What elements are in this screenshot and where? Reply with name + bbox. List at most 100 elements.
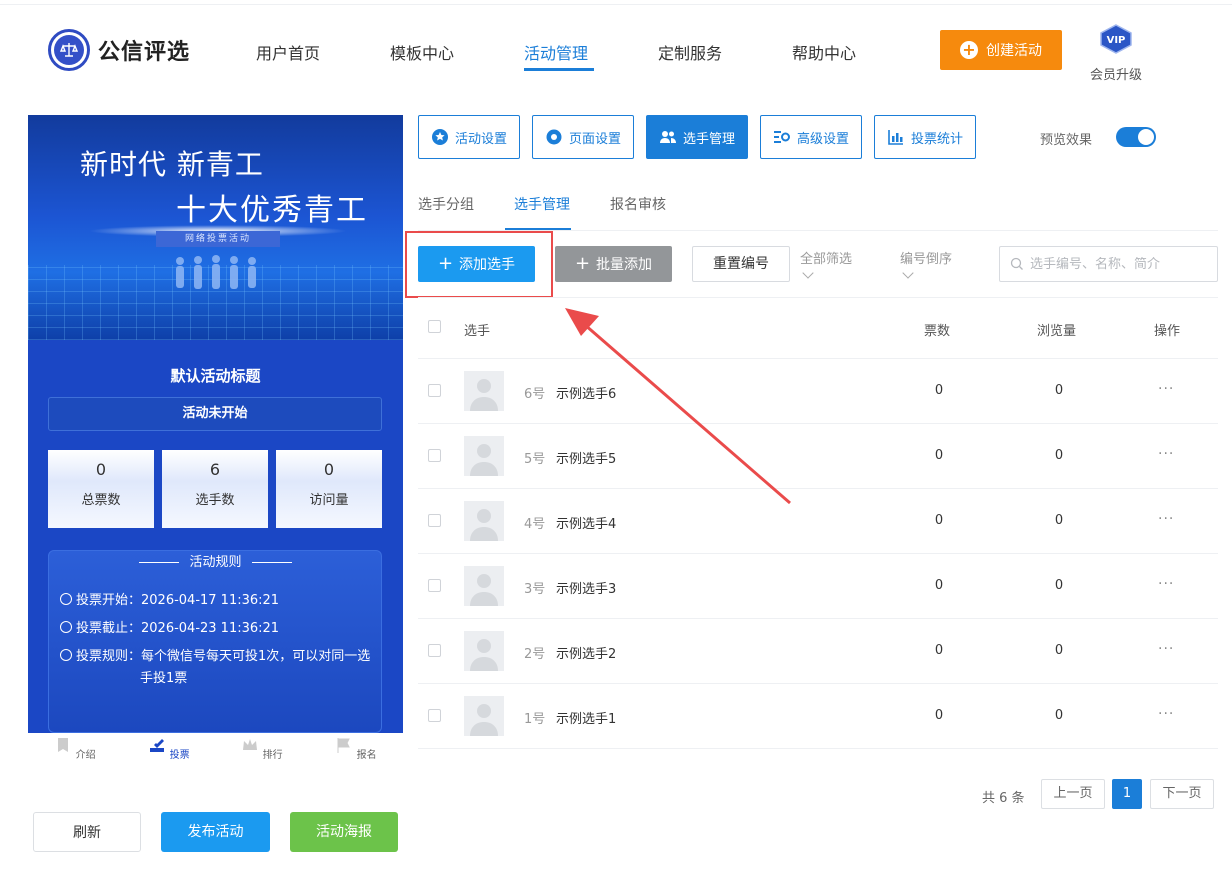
header-actions: 操作 (1154, 324, 1181, 339)
banner-title-line2: 十大优秀青工 (176, 193, 368, 228)
header-votes: 票数 (924, 324, 951, 339)
more-actions-icon[interactable]: ··· (1158, 511, 1174, 527)
more-actions-icon[interactable]: ··· (1158, 446, 1174, 462)
table-row: 2号 示例选手2 0 0 ··· (418, 619, 1218, 684)
banner-title-line1: 新时代 新青工 (80, 148, 264, 181)
row-checkbox[interactable] (428, 514, 441, 527)
rule-vote-rule-cont: 手投1票 (140, 671, 188, 686)
nav-active-indicator (524, 68, 594, 71)
next-page-button[interactable]: 下一页 (1150, 779, 1214, 809)
rules-heading: 活动规则 (28, 551, 403, 570)
plus-icon: + (574, 253, 591, 274)
highlight-annotation-box (405, 231, 553, 298)
tab-rank[interactable]: 排行 (217, 736, 307, 761)
subtab-groups[interactable]: 选手分组 (418, 194, 474, 214)
plus-circle-icon: + (960, 41, 978, 59)
avatar (464, 371, 504, 411)
nav-custom-service[interactable]: 定制服务 (658, 40, 722, 64)
avatar (464, 436, 504, 476)
tool-page-settings[interactable]: 页面设置 (532, 115, 634, 159)
rule-vote-start: 投票开始：2026-04-17 11:36:21 (60, 590, 380, 612)
more-actions-icon[interactable]: ··· (1158, 641, 1174, 657)
vip-upgrade-label: 会员升级 (1089, 68, 1142, 83)
stat-contestants: 6 选手数 (162, 450, 268, 528)
more-actions-icon[interactable]: ··· (1158, 576, 1174, 592)
annotation-arrow-icon (565, 308, 791, 505)
table-row: 3号 示例选手3 0 0 ··· (418, 554, 1218, 619)
order-dropdown[interactable]: 编号倒序 (900, 248, 952, 279)
subtab-active-indicator (505, 228, 571, 230)
bar-chart-icon (888, 130, 903, 145)
subtab-contestants[interactable]: 选手管理 (514, 194, 570, 214)
tab-intro[interactable]: 介绍 (30, 736, 120, 761)
activity-title: 默认活动标题 (170, 367, 261, 385)
row-checkbox[interactable] (428, 644, 441, 657)
tool-advanced-settings[interactable]: 高级设置 (760, 115, 862, 159)
subtab-signup-review[interactable]: 报名审核 (610, 194, 666, 214)
row-checkbox[interactable] (428, 449, 441, 462)
vip-upgrade[interactable]: VIP 会员升级 (1088, 24, 1144, 83)
nav-activity-management[interactable]: 活动管理 (524, 40, 588, 64)
crown-icon (243, 739, 258, 750)
chevron-down-icon (802, 267, 814, 279)
banner-subtitle: 网络投票活动 (156, 231, 280, 247)
table-row: 5号 示例选手5 0 0 ··· (418, 424, 1218, 489)
prev-page-button[interactable]: 上一页 (1041, 779, 1105, 809)
batch-add-button[interactable]: + 批量添加 (555, 246, 672, 282)
select-all-checkbox[interactable] (428, 320, 441, 333)
vote-icon (150, 739, 165, 752)
reset-numbering-button[interactable]: 重置编号 (692, 246, 790, 282)
search-box (999, 246, 1218, 282)
stat-visits: 0 访问量 (276, 450, 382, 528)
brand-name: 公信评选 (98, 40, 191, 65)
row-checkbox[interactable] (428, 579, 441, 592)
nav-home[interactable]: 用户首页 (256, 40, 320, 64)
activity-poster-button[interactable]: 活动海报 (290, 812, 398, 852)
header-views: 浏览量 (1037, 324, 1077, 339)
clock-icon (60, 621, 72, 633)
chevron-down-icon (902, 267, 914, 279)
search-icon (1010, 257, 1023, 270)
tab-vote[interactable]: 投票 (124, 736, 214, 761)
tool-activity-settings[interactable]: 活动设置 (418, 115, 520, 159)
settings-sliders-icon (773, 131, 790, 143)
preview-label: 预览效果 (1040, 133, 1093, 148)
brand-logo[interactable]: 公信评选 (48, 29, 191, 71)
refresh-button[interactable]: 刷新 (33, 812, 141, 852)
nav-templates[interactable]: 模板中心 (390, 40, 454, 64)
tool-vote-statistics[interactable]: 投票统计 (874, 115, 976, 159)
nav-help-center[interactable]: 帮助中心 (792, 40, 856, 64)
header-contestant: 选手 (464, 324, 491, 339)
tool-contestant-management[interactable]: 选手管理 (646, 115, 748, 159)
activity-status: 活动未开始 (48, 397, 382, 431)
gear-icon (546, 129, 562, 145)
row-checkbox[interactable] (428, 384, 441, 397)
more-actions-icon[interactable]: ··· (1158, 381, 1174, 397)
rule-vote-rule: 投票规则：每个微信号每天可投1次，可以对同一选 (60, 646, 380, 668)
bookmark-icon (58, 738, 69, 752)
info-icon (60, 649, 72, 661)
create-activity-button[interactable]: + 创建活动 (940, 30, 1062, 70)
search-input[interactable] (1030, 256, 1210, 272)
avatar (464, 501, 504, 541)
tab-signup[interactable]: 报名 (311, 736, 401, 761)
mobile-preview: 新时代 新青工 十大优秀青工 网络投票活动 默认活动标题 活动未开始 0 总票数… (28, 115, 403, 733)
more-actions-icon[interactable]: ··· (1158, 706, 1174, 722)
avatar (464, 566, 504, 606)
flag-icon (337, 738, 351, 753)
stat-total-votes: 0 总票数 (48, 450, 154, 528)
scales-icon (48, 29, 90, 71)
svg-text:VIP: VIP (1107, 35, 1126, 46)
page-1-button[interactable]: 1 (1112, 779, 1142, 809)
row-checkbox[interactable] (428, 709, 441, 722)
avatar (464, 631, 504, 671)
table-row: 1号 示例选手1 0 0 ··· (418, 684, 1218, 749)
workers-silhouette-icon (176, 255, 256, 289)
activity-banner: 新时代 新青工 十大优秀青工 网络投票活动 (28, 115, 403, 340)
preview-toggle[interactable] (1116, 127, 1156, 147)
publish-activity-button[interactable]: 发布活动 (161, 812, 270, 852)
rule-vote-end: 投票截止：2026-04-23 11:36:21 (60, 618, 380, 640)
filter-dropdown[interactable]: 全部筛选 (800, 248, 852, 279)
vip-icon: VIP (1100, 24, 1132, 54)
star-circle-icon (431, 129, 448, 145)
